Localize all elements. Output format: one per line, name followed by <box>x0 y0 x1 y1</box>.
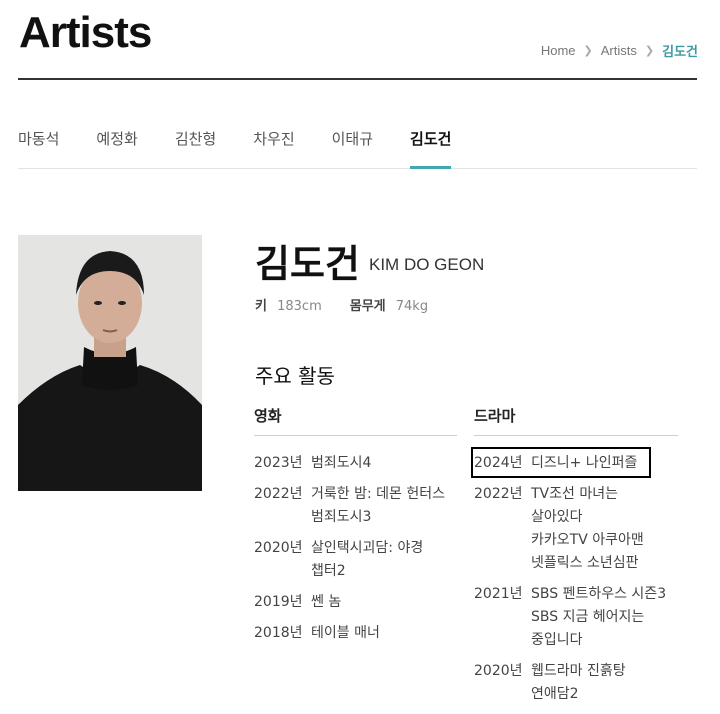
artist-tabs: 마동석 예정화 김찬형 차우진 이태규 김도건 <box>18 118 697 169</box>
activity-title: 카카오TV 아쿠아맨 <box>531 532 644 548</box>
height-label: 키 <box>255 299 267 314</box>
activity-titles: SBS 펜트하우스 시즌3 SBS 지금 헤어지는중입니다 <box>531 583 678 652</box>
tab-artist[interactable]: 차우진 <box>253 118 294 168</box>
activity-row: 2020년 살인택시괴담: 야경챕터2 <box>254 537 457 583</box>
activity-title: 범죄도시4 <box>311 455 372 471</box>
activity-year: 2023년 <box>254 455 303 471</box>
activity-row: 2021년 SBS 펜트하우스 시즌3 SBS 지금 헤어지는중입니다 <box>474 583 678 652</box>
activity-titles: 쎈 놈 <box>311 591 457 614</box>
drama-heading: 드라마 <box>474 405 678 436</box>
activity-title: 거룩한 밤: 데몬 헌터스 <box>311 486 445 502</box>
tab-artist-active[interactable]: 김도건 <box>410 118 452 169</box>
artist-stats: 키 183cm 몸무게 74kg <box>255 295 456 314</box>
activity-title: 중입니다 <box>531 632 583 648</box>
activity-row: 2022년 거룩한 밤: 데몬 헌터스범죄도시3 <box>254 483 457 529</box>
artist-name-english: KIM DO GEON <box>369 255 485 274</box>
height-stat: 키 183cm <box>255 295 322 314</box>
breadcrumb-artists[interactable]: Artists <box>601 43 637 58</box>
activity-year: 2022년 <box>254 486 303 502</box>
header-divider <box>18 78 697 80</box>
tab-artist[interactable]: 김찬형 <box>175 118 216 168</box>
activity-titles: 웹드라마 진흙탕연애담2 <box>531 660 678 706</box>
chevron-right-icon: ❯ <box>583 45 593 57</box>
activity-title: 챕터2 <box>311 563 346 579</box>
artist-portrait-image <box>18 235 202 491</box>
tab-artist[interactable]: 예정화 <box>96 118 137 168</box>
activity-year: 2020년 <box>474 663 523 679</box>
activity-title: SBS 펜트하우스 시즌3 <box>531 586 667 602</box>
activity-title: 범죄도시3 <box>311 509 372 525</box>
activity-titles: 범죄도시4 <box>311 452 457 475</box>
weight-value: 74kg <box>395 299 429 314</box>
drama-list: 2024년 디즈니+ 나인퍼즐 2022년 TV조선 마녀는 살아있다 카카오TV 아쿠아… <box>474 452 678 706</box>
activity-titles: 거룩한 밤: 데몬 헌터스범죄도시3 <box>311 483 457 529</box>
movie-list: 2023년 범죄도시4 2022년 거룩한 밤: 데몬 헌터스범죄도시3 2020년 살인… <box>254 452 457 645</box>
breadcrumb-home[interactable]: Home <box>541 43 576 58</box>
artist-name-korean: 김도건 <box>255 242 360 286</box>
activity-row: 2019년 쎈 놈 <box>254 591 457 614</box>
chevron-right-icon: ❯ <box>644 45 655 57</box>
activity-row: 2023년 범죄도시4 <box>254 452 457 475</box>
highlight-box <box>471 447 651 478</box>
page-title: Artists <box>19 8 152 57</box>
activity-year: 2018년 <box>254 625 303 641</box>
activity-title: 테이블 매너 <box>311 625 380 641</box>
artist-photo <box>18 235 202 491</box>
activity-titles: 살인택시괴담: 야경챕터2 <box>311 537 457 583</box>
tab-artist[interactable]: 마동석 <box>18 118 59 168</box>
weight-label: 몸무게 <box>349 299 386 314</box>
activity-row: 2022년 TV조선 마녀는살아있다카카오TV 아쿠아맨넷플릭스 소년심판 <box>474 483 678 575</box>
activity-title: 살인택시괴담: 야경 <box>311 540 424 556</box>
weight-stat: 몸무게 74kg <box>350 295 428 314</box>
activity-row: 2020년 웹드라마 진흙탕연애담2 <box>474 660 678 706</box>
activity-title: SBS 지금 헤어지는 <box>531 609 645 625</box>
activity-titles: TV조선 마녀는살아있다카카오TV 아쿠아맨넷플릭스 소년심판 <box>531 483 678 575</box>
activity-year: 2021년 <box>474 586 523 602</box>
activity-title: 웹드라마 진흙탕 <box>531 663 626 679</box>
movie-heading: 영화 <box>254 405 457 436</box>
activity-title: 살아있다 <box>531 509 583 525</box>
activity-titles: 테이블 매너 <box>311 622 457 645</box>
activities-title: 주요 활동 <box>255 364 335 388</box>
movie-column: 영화 2023년 범죄도시4 2022년 거룩한 밤: 데몬 헌터스범죄도시3 2020… <box>254 405 457 653</box>
activity-title: 연애담2 <box>531 686 579 702</box>
activity-year: 2019년 <box>254 594 303 610</box>
activity-year: 2022년 <box>474 486 523 502</box>
activity-title: TV조선 마녀는 <box>531 486 618 502</box>
breadcrumb: Home ❯ Artists ❯ 김도건 <box>541 41 698 60</box>
activity-year: 2020년 <box>254 540 303 556</box>
activity-title: 넷플릭스 소년심판 <box>531 555 639 571</box>
activity-row: 2018년 테이블 매너 <box>254 622 457 645</box>
height-value: 183cm <box>277 299 322 314</box>
tab-artist[interactable]: 이태규 <box>332 118 373 168</box>
breadcrumb-current: 김도건 <box>662 44 698 59</box>
activity-title: 쎈 놈 <box>311 594 342 610</box>
